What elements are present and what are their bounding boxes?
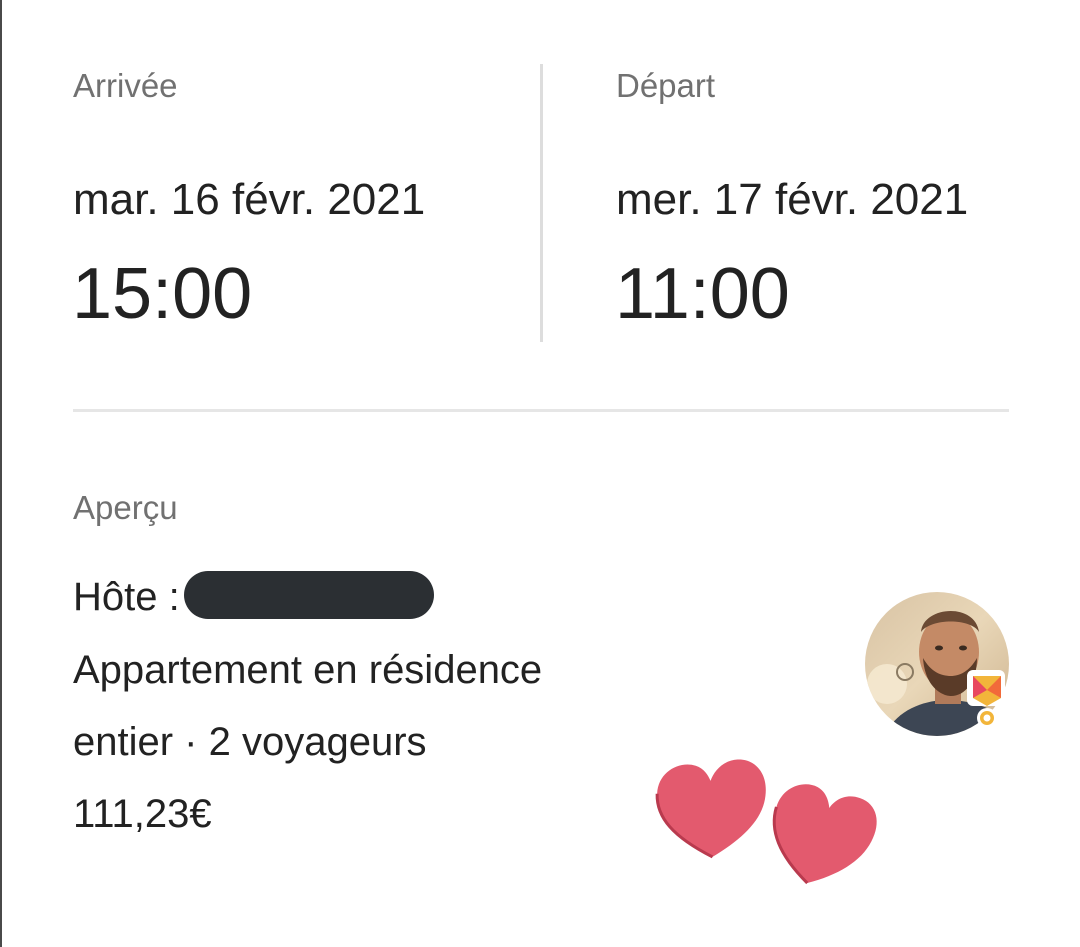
column-divider bbox=[540, 64, 543, 342]
overview-label: Aperçu bbox=[73, 489, 178, 526]
left-edge-line bbox=[0, 0, 2, 947]
host-avatar-button[interactable] bbox=[865, 592, 1011, 738]
heart-stickers bbox=[648, 755, 884, 890]
listing-price: 111,23€ bbox=[73, 792, 212, 836]
section-divider bbox=[73, 409, 1009, 412]
checkin-label: Arrivée bbox=[73, 67, 178, 104]
host-row: Hôte : bbox=[73, 571, 434, 623]
listing-type-line2: entier · 2 voyageurs bbox=[73, 720, 427, 764]
checkin-time: 15:00 bbox=[72, 254, 253, 334]
heart-sticker-icon bbox=[772, 784, 877, 885]
host-name-redaction bbox=[183, 571, 434, 620]
checkout-time: 11:00 bbox=[615, 254, 790, 334]
listing-type-line1: Appartement en résidence bbox=[73, 648, 543, 692]
checkout-date: mer. 17 févr. 2021 bbox=[616, 175, 969, 224]
superhost-badge-icon bbox=[965, 668, 1009, 732]
checkin-date: mar. 16 févr. 2021 bbox=[73, 175, 426, 224]
checkout-label: Départ bbox=[616, 67, 716, 104]
host-label: Hôte : bbox=[73, 575, 180, 619]
heart-sticker-icon bbox=[655, 759, 766, 859]
